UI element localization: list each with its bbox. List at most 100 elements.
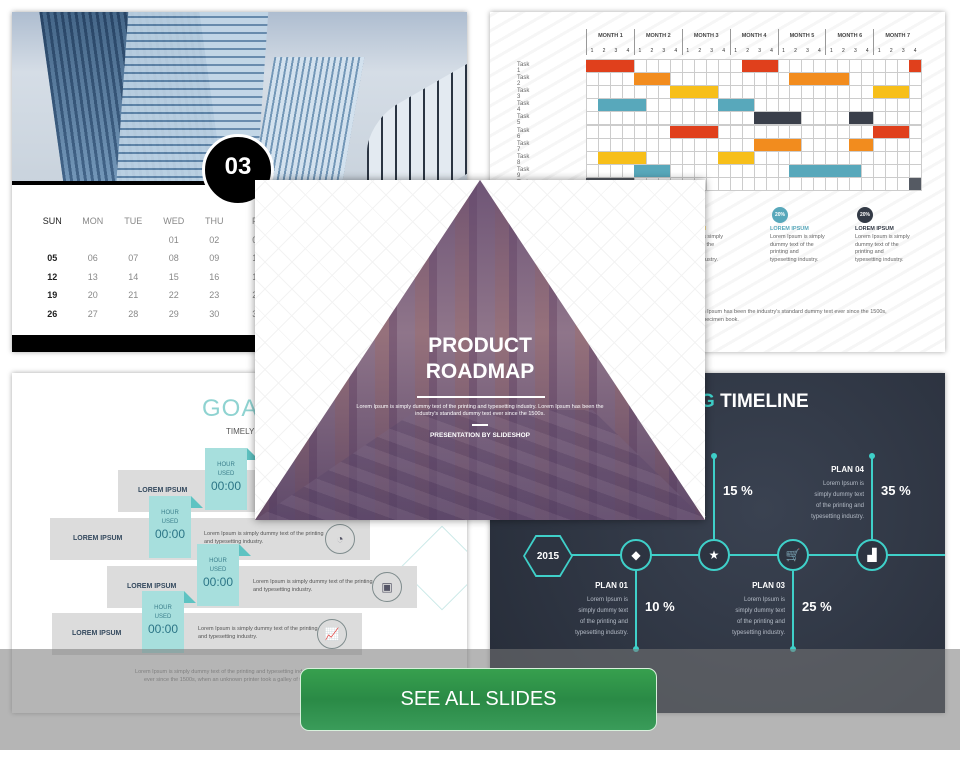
plan-description: Lorem Ipsum is simply dummy text of the …	[811, 481, 864, 520]
hour-used-time: 00:00	[210, 479, 242, 493]
presentation-icon: ▣	[372, 572, 402, 602]
hour-used-label: HOUR USED	[161, 510, 179, 525]
gantt-week-number: 4	[865, 48, 869, 54]
growth-chart-icon: 📈	[317, 619, 347, 649]
gantt-task-label: Task 2	[517, 75, 530, 88]
roadmap-subtitle: Lorem Ipsum is simply dummy text of the …	[356, 404, 604, 417]
gantt-bar	[586, 60, 634, 73]
gantt-task-label: Task 7	[517, 140, 530, 153]
separator-dash	[472, 424, 488, 426]
gantt-cell	[909, 124, 923, 139]
plan-percentage: 35 %	[881, 483, 911, 498]
weekday-label: SUN	[42, 216, 62, 227]
calendar-day: 16	[209, 271, 220, 282]
percent-badge: 20%	[857, 207, 873, 223]
gantt-bar	[909, 60, 922, 73]
weekday-label: WED	[163, 216, 185, 227]
gantt-cell	[909, 85, 923, 100]
gantt-week-number: 2	[602, 48, 606, 54]
plan-percentage: 15 %	[723, 483, 753, 498]
gantt-week-number: 2	[650, 48, 654, 54]
gantt-cell	[909, 137, 923, 152]
gantt-week-number: 3	[806, 48, 809, 54]
plan-description: Lorem Ipsum is simply dummy text of the …	[732, 597, 785, 636]
plan-percentage: 25 %	[802, 599, 832, 614]
gantt-task-label: Task 6	[517, 127, 530, 140]
summary-block: LOREM IPSUM Lorem Ipsum is simply dummy t…	[855, 226, 925, 264]
gantt-bar	[849, 138, 874, 151]
gantt-week-number: 1	[830, 48, 833, 54]
gantt-bar	[873, 86, 910, 99]
pie-chart-icon: ◔	[325, 524, 355, 554]
calendar-day: 05	[47, 253, 58, 264]
gantt-week-number: 4	[913, 48, 917, 54]
goals-subtitle: TIMELY	[226, 427, 255, 436]
calendar-day: 06	[87, 253, 98, 264]
timeline-stem	[713, 456, 715, 539]
calendar-day: 12	[47, 271, 58, 282]
goal-label: LOREM IPSUM	[72, 630, 122, 637]
gantt-bar	[753, 112, 802, 125]
gantt-bar	[789, 164, 862, 177]
star-icon: ★	[698, 539, 730, 571]
calendar-day: 27	[87, 308, 98, 319]
timeline-stem	[871, 456, 873, 539]
timeline-stem	[635, 571, 637, 649]
gantt-bar	[597, 99, 646, 112]
goal-label: LOREM IPSUM	[138, 487, 188, 494]
goal-description: Lorem Ipsum is simply dummy text of the …	[253, 579, 373, 593]
gantt-bar	[717, 99, 754, 112]
goal-label: LOREM IPSUM	[73, 535, 123, 542]
gantt-bar	[849, 112, 874, 125]
percent-badge: 20%	[772, 207, 788, 223]
gantt-bar	[909, 177, 922, 190]
calendar-day: 28	[128, 308, 139, 319]
hour-used-label: HOUR USED	[217, 462, 235, 477]
summary-text: Lorem Ipsum is simply dummy text of the …	[855, 234, 910, 263]
hour-used-tag: HOUR USED 00:00	[149, 496, 203, 558]
weekday-label: MON	[82, 216, 104, 227]
roadmap-title: PRODUCT ROADMAP	[425, 334, 535, 383]
see-all-slides-button[interactable]: SEE ALL SLIDES	[300, 668, 657, 731]
gantt-week-number: 4	[818, 48, 821, 54]
gantt-week-number: 3	[853, 48, 857, 54]
gantt-week-number: 3	[710, 48, 714, 54]
gantt-bar	[741, 60, 778, 73]
summary-text: Lorem Ipsum is simply dummy text of the …	[770, 234, 825, 263]
gantt-week-number: 2	[794, 48, 797, 54]
calendar-day: 14	[128, 271, 139, 282]
plan-percentage: 10 %	[645, 599, 675, 614]
calendar-day: 22	[168, 290, 179, 301]
gantt-week-number: 4	[722, 48, 726, 54]
roadmap-byline: PRESENTATION BY SLIDESHOP	[429, 432, 531, 439]
gantt-task-label: Task 3	[517, 88, 530, 101]
gantt-week-number: 3	[758, 48, 761, 54]
calendar-day: 29	[168, 308, 179, 319]
gantt-week-number: 2	[746, 48, 749, 54]
gantt-week-number: 3	[901, 48, 905, 54]
product-roadmap-slide-thumbnail[interactable]: PRODUCT ROADMAP Lorem Ipsum is simply du…	[255, 180, 705, 520]
hour-used-label: HOUR USED	[154, 605, 172, 620]
gantt-cell	[909, 150, 923, 165]
gantt-bar	[717, 151, 754, 164]
plan-name: PLAN 03	[752, 581, 785, 590]
gantt-task-label: Task 9	[517, 166, 530, 179]
hour-used-label: HOUR USED	[209, 558, 227, 573]
year-hexagon: 2015	[523, 535, 573, 577]
calendar-day: 01	[168, 234, 179, 245]
calendar-day: 21	[128, 290, 139, 301]
gantt-week-number: 4	[770, 48, 773, 54]
gantt-week-number: 3	[662, 48, 666, 54]
calendar-day: 07	[128, 253, 139, 264]
hour-used-tag: HOUR USED 00:00	[142, 591, 196, 653]
gantt-week-number: 2	[841, 48, 845, 54]
goal-description: Lorem Ipsum is simply dummy text of the …	[198, 626, 318, 640]
gantt-week-number: 1	[590, 48, 594, 54]
summary-heading: LOREM IPSUM	[770, 226, 809, 232]
calendar-day: 09	[209, 253, 220, 264]
weekday-label: TUE	[124, 216, 143, 227]
calendar-day: 20	[87, 290, 98, 301]
gantt-bar	[633, 73, 670, 86]
cart-icon: 🛒	[777, 539, 809, 571]
plan-name: PLAN 01	[595, 581, 628, 590]
